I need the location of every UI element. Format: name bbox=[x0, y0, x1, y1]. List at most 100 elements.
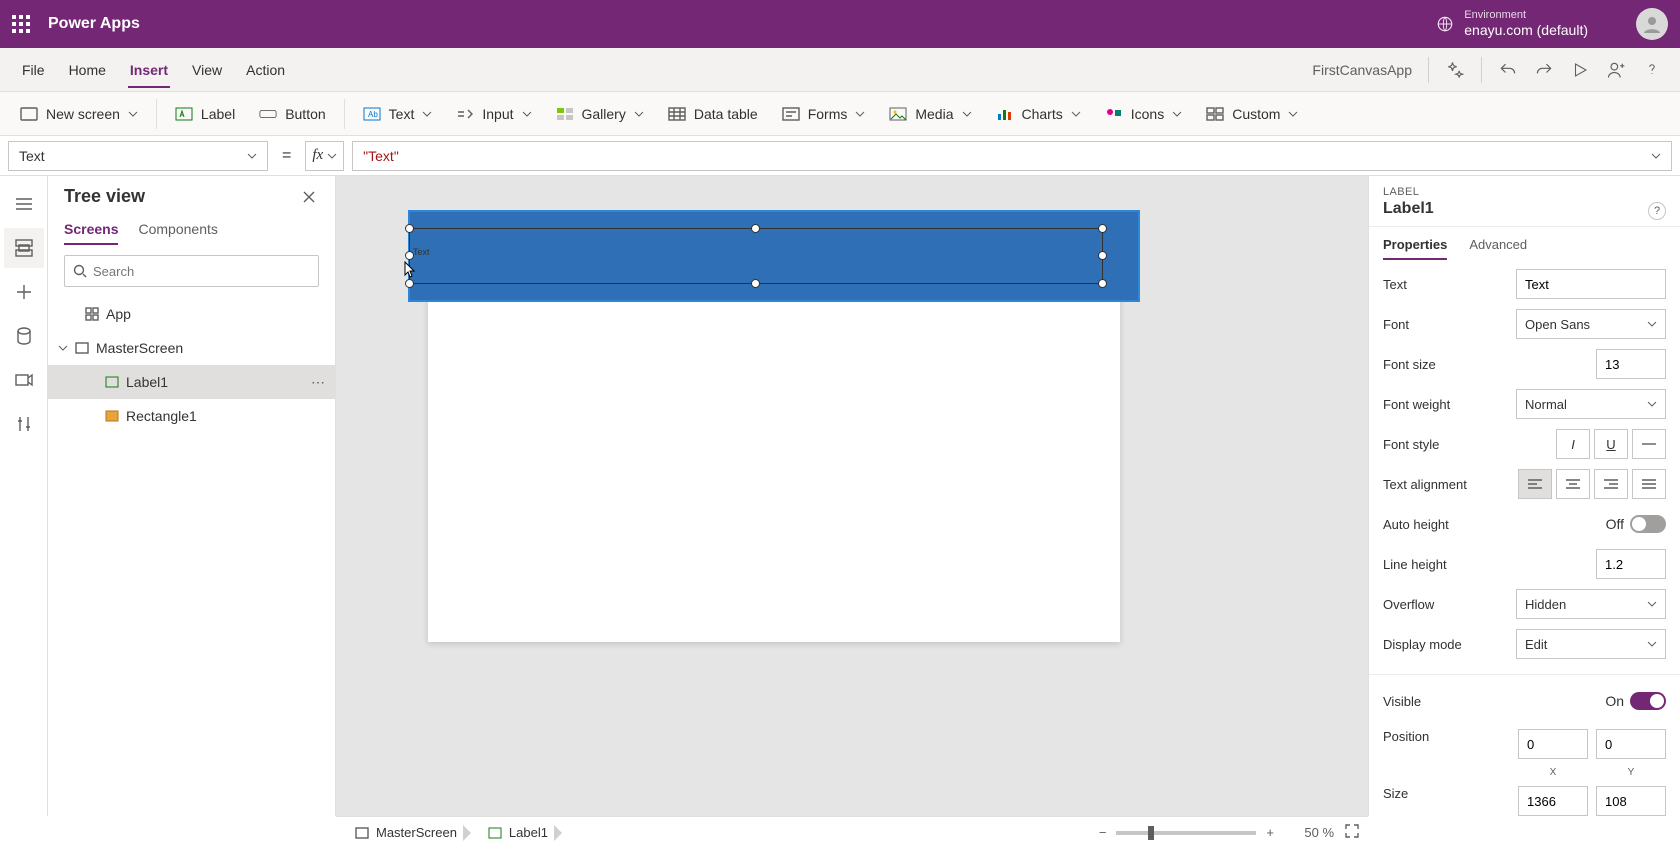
rail-advanced[interactable] bbox=[4, 404, 44, 444]
rail-treeview[interactable] bbox=[4, 228, 44, 268]
autoheight-toggle[interactable] bbox=[1630, 515, 1666, 533]
button-icon bbox=[259, 105, 277, 123]
chevron-down-icon bbox=[1071, 109, 1081, 119]
undo-icon[interactable] bbox=[1490, 53, 1526, 87]
search-input[interactable] bbox=[93, 264, 310, 279]
tree-item-label1[interactable]: Label1 ⋯ bbox=[48, 365, 335, 399]
prop-overflow-select[interactable]: Hidden bbox=[1516, 589, 1666, 619]
app-file-name[interactable]: FirstCanvasApp bbox=[1312, 62, 1412, 78]
gallery-menu[interactable]: Gallery bbox=[544, 97, 656, 131]
menu-home[interactable]: Home bbox=[57, 56, 118, 84]
media-menu[interactable]: Media bbox=[877, 97, 983, 131]
canvas[interactable]: Text bbox=[336, 176, 1368, 816]
prop-text-input[interactable] bbox=[1516, 269, 1666, 299]
rail-media[interactable] bbox=[4, 360, 44, 400]
formula-input[interactable]: "Text" bbox=[352, 141, 1672, 171]
rail-data[interactable] bbox=[4, 316, 44, 356]
breadcrumb-screen[interactable]: MasterScreen bbox=[344, 817, 477, 848]
canvas-screen[interactable]: Text bbox=[428, 238, 1120, 642]
position-y-input[interactable] bbox=[1596, 729, 1666, 759]
input-menu[interactable]: Input bbox=[444, 97, 543, 131]
canvas-label-selected[interactable]: Text bbox=[409, 228, 1103, 284]
visible-toggle[interactable] bbox=[1630, 692, 1666, 710]
fx-button[interactable]: fx bbox=[305, 141, 344, 171]
tree-screen[interactable]: MasterScreen bbox=[48, 331, 335, 365]
app-title: Power Apps bbox=[48, 15, 140, 33]
environment-picker[interactable]: Environment enayu.com (default) bbox=[1436, 9, 1588, 39]
waffle-icon[interactable] bbox=[12, 15, 30, 33]
breadcrumb-label[interactable]: Label1 bbox=[477, 817, 568, 848]
zoom-out-button[interactable]: − bbox=[1099, 825, 1107, 840]
prop-fontweight-label: Font weight bbox=[1383, 397, 1516, 412]
redo-icon[interactable] bbox=[1526, 53, 1562, 87]
position-x-input[interactable] bbox=[1518, 729, 1588, 759]
app-checker-icon[interactable] bbox=[1437, 53, 1473, 87]
new-screen-button[interactable]: New screen bbox=[8, 97, 150, 131]
rail-hamburger[interactable] bbox=[4, 184, 44, 224]
menu-action[interactable]: Action bbox=[234, 56, 297, 84]
button-insert[interactable]: Button bbox=[247, 97, 337, 131]
italic-button[interactable]: I bbox=[1556, 429, 1590, 459]
forms-menu[interactable]: Forms bbox=[770, 97, 878, 131]
app-icon bbox=[84, 306, 100, 322]
prop-displaymode-select[interactable]: Edit bbox=[1516, 629, 1666, 659]
zoom-in-button[interactable]: + bbox=[1266, 825, 1274, 840]
size-w-input[interactable] bbox=[1518, 786, 1588, 816]
props-tab-advanced[interactable]: Advanced bbox=[1469, 231, 1527, 260]
chevron-down-icon bbox=[1288, 109, 1298, 119]
charts-menu[interactable]: Charts bbox=[984, 97, 1093, 131]
more-icon[interactable]: ⋯ bbox=[311, 374, 325, 391]
user-avatar[interactable] bbox=[1636, 8, 1668, 40]
autoheight-value: Off bbox=[1606, 516, 1624, 532]
tree-app[interactable]: App bbox=[48, 297, 335, 331]
align-right-button[interactable] bbox=[1594, 469, 1628, 499]
prop-fontstyle-label: Font style bbox=[1383, 437, 1556, 452]
icons-menu[interactable]: Icons bbox=[1093, 97, 1194, 131]
datatable-button[interactable]: Data table bbox=[656, 97, 770, 131]
media-icon bbox=[889, 105, 907, 123]
align-center-button[interactable] bbox=[1556, 469, 1590, 499]
props-tab-properties[interactable]: Properties bbox=[1383, 231, 1447, 260]
align-left-button[interactable] bbox=[1518, 469, 1552, 499]
charts-icon bbox=[996, 105, 1014, 123]
close-icon[interactable] bbox=[299, 187, 319, 207]
text-menu[interactable]: Ab Text bbox=[351, 97, 445, 131]
chevron-down-icon bbox=[1172, 109, 1182, 119]
custom-menu[interactable]: Custom bbox=[1194, 97, 1310, 131]
tree-search[interactable] bbox=[64, 255, 319, 287]
size-h-input[interactable] bbox=[1596, 786, 1666, 816]
prop-fontsize-input[interactable] bbox=[1596, 349, 1666, 379]
tab-screens[interactable]: Screens bbox=[64, 215, 118, 245]
form-icon bbox=[782, 105, 800, 123]
prop-lineheight-input[interactable] bbox=[1596, 549, 1666, 579]
props-help-icon[interactable]: ? bbox=[1648, 202, 1666, 220]
label-button[interactable]: Label bbox=[163, 97, 247, 131]
align-justify-button[interactable] bbox=[1632, 469, 1666, 499]
underline-button[interactable]: U bbox=[1594, 429, 1628, 459]
menu-file[interactable]: File bbox=[10, 56, 57, 84]
prop-overflow-label: Overflow bbox=[1383, 597, 1516, 612]
share-icon[interactable] bbox=[1598, 53, 1634, 87]
zoom-slider[interactable] bbox=[1116, 831, 1256, 835]
prop-displaymode-label: Display mode bbox=[1383, 637, 1516, 652]
fit-screen-icon[interactable] bbox=[1344, 823, 1360, 842]
chevron-down-icon bbox=[422, 109, 432, 119]
prop-fontweight-select[interactable]: Normal bbox=[1516, 389, 1666, 419]
strike-button[interactable] bbox=[1632, 429, 1666, 459]
rail-add[interactable] bbox=[4, 272, 44, 312]
formula-bar: Text = fx "Text" bbox=[0, 136, 1680, 176]
svg-text:Ab: Ab bbox=[368, 110, 378, 119]
tree-item-rectangle1[interactable]: Rectangle1 bbox=[48, 399, 335, 433]
tab-components[interactable]: Components bbox=[138, 215, 217, 245]
canvas-rectangle[interactable]: Text bbox=[408, 210, 1140, 302]
property-dropdown[interactable]: Text bbox=[8, 141, 268, 171]
menu-view[interactable]: View bbox=[180, 56, 234, 84]
help-icon[interactable] bbox=[1634, 53, 1670, 87]
app-header: Power Apps Environment enayu.com (defaul… bbox=[0, 0, 1680, 48]
play-icon[interactable] bbox=[1562, 53, 1598, 87]
menu-insert[interactable]: Insert bbox=[118, 56, 180, 84]
gallery-icon bbox=[556, 105, 574, 123]
chevron-down-icon[interactable] bbox=[58, 343, 68, 353]
prop-font-select[interactable]: Open Sans bbox=[1516, 309, 1666, 339]
menu-bar: File Home Insert View Action FirstCanvas… bbox=[0, 48, 1680, 92]
